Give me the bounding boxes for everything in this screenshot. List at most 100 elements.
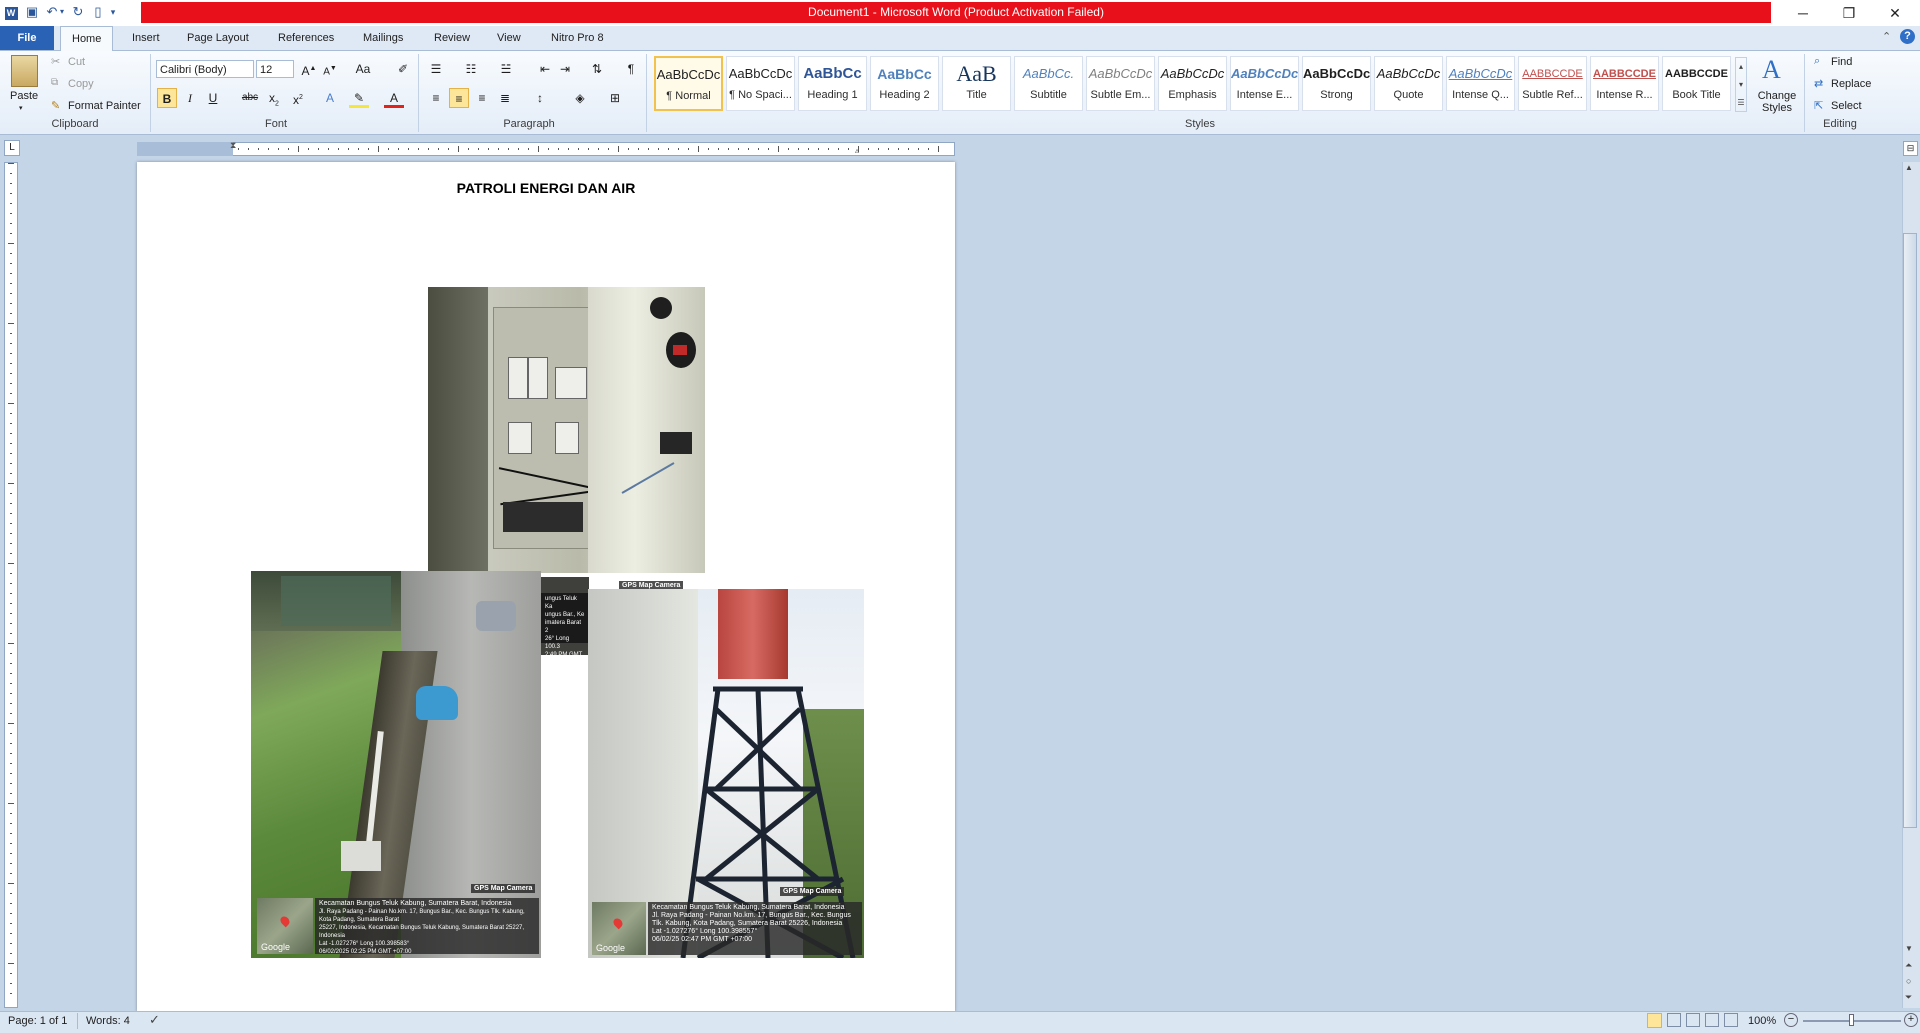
zoom-out-icon[interactable]: − <box>1784 1013 1798 1027</box>
style-card-9[interactable]: AaBbCcDc Strong <box>1302 56 1371 111</box>
scroll-up-icon[interactable]: ▲ <box>1905 163 1913 172</box>
restore-button[interactable]: ❐ <box>1826 0 1872 26</box>
tab-mailings[interactable]: Mailings <box>352 26 414 50</box>
outline-view-icon[interactable] <box>1705 1013 1719 1027</box>
subscript-button[interactable]: x2 <box>264 88 284 108</box>
bold-button[interactable]: B <box>157 88 177 108</box>
bullets-icon[interactable]: ☰ <box>426 59 446 79</box>
paste-dropdown-icon[interactable]: ▾ <box>19 104 23 112</box>
tab-page-layout[interactable]: Page Layout <box>176 26 260 50</box>
tab-file[interactable]: File <box>0 26 54 50</box>
decrease-indent-icon[interactable]: ⇤ <box>535 59 555 79</box>
show-hide-marks-icon[interactable]: ¶ <box>621 59 641 79</box>
word-count[interactable]: Words: 4 <box>86 1015 130 1027</box>
text-effects-icon[interactable]: A <box>320 88 340 108</box>
style-card-11[interactable]: AaBbCcDc Intense Q... <box>1446 56 1515 111</box>
tab-review[interactable]: Review <box>423 26 481 50</box>
undo-dropdown-icon[interactable]: ▾ <box>58 4 66 20</box>
print-layout-view-icon[interactable] <box>1647 1013 1662 1028</box>
style-card-2[interactable]: AaBbCc Heading 1 <box>798 56 867 111</box>
previous-page-icon[interactable]: ⏶ <box>1905 960 1912 971</box>
style-card-8[interactable]: AaBbCcDc Intense E... <box>1230 56 1299 111</box>
grow-font-icon[interactable]: A▲ <box>299 59 319 79</box>
font-color-icon[interactable]: A <box>384 88 404 108</box>
close-button[interactable]: ✕ <box>1872 0 1918 26</box>
style-card-12[interactable]: AABBCCDE Subtle Ref... <box>1518 56 1587 111</box>
select-button[interactable]: Select <box>1831 100 1862 112</box>
tab-nitro[interactable]: Nitro Pro 8 <box>540 26 615 50</box>
shrink-font-icon[interactable]: A▼ <box>320 59 340 79</box>
highlight-icon[interactable]: ✎ <box>349 88 369 108</box>
tab-view[interactable]: View <box>486 26 532 50</box>
style-card-1[interactable]: AaBbCcDc ¶ No Spaci... <box>726 56 795 111</box>
styles-scroll-icon[interactable]: ▴ ▾ ☰ <box>1735 57 1747 112</box>
right-indent-marker-icon[interactable]: ▵ <box>855 146 859 155</box>
style-card-14[interactable]: AABBCCDE Book Title <box>1662 56 1731 111</box>
document-title[interactable]: PATROLI ENERGI DAN AIR <box>137 180 955 196</box>
browse-object-icon[interactable]: ○ <box>1906 976 1911 986</box>
drain-inspection-photo[interactable]: Google Kecamatan Bungus Teluk Kabung, Su… <box>251 571 541 958</box>
electrical-panel-photo[interactable] <box>428 287 705 573</box>
minimize-button[interactable]: ─ <box>1780 0 1826 26</box>
borders-icon[interactable]: ⊞ <box>605 88 625 108</box>
change-styles-icon[interactable]: A <box>1762 55 1781 85</box>
style-card-4[interactable]: AaB Title <box>942 56 1011 111</box>
style-card-6[interactable]: AaBbCcDc Subtle Em... <box>1086 56 1155 111</box>
line-spacing-icon[interactable]: ↕ <box>530 88 550 108</box>
tab-home[interactable]: Home <box>60 26 114 51</box>
water-tower-photo[interactable]: Google Kecamatan Bungus Teluk Kabung, Su… <box>588 589 864 958</box>
web-layout-icon[interactable] <box>1686 1013 1700 1027</box>
full-screen-reading-icon[interactable] <box>1667 1013 1681 1027</box>
paste-icon[interactable] <box>11 55 38 87</box>
view-ruler-icon[interactable]: ⊟ <box>1903 141 1918 156</box>
cut-icon[interactable]: ✂ <box>51 55 60 68</box>
scrollbar-thumb[interactable] <box>1903 233 1917 828</box>
change-case-icon[interactable]: Aa <box>353 59 373 79</box>
customize-qat-icon[interactable]: ▾ <box>108 4 118 20</box>
cut-button[interactable]: Cut <box>68 56 85 68</box>
horizontal-ruler[interactable] <box>137 142 955 156</box>
change-styles-button[interactable]: Change Styles <box>1754 90 1800 114</box>
page-count[interactable]: Page: 1 of 1 <box>8 1015 67 1027</box>
redo-icon[interactable]: ↻ <box>70 4 86 20</box>
tab-insert[interactable]: Insert <box>121 26 171 50</box>
save-icon[interactable]: ▣ <box>24 4 40 20</box>
strikethrough-button[interactable]: abc <box>240 88 260 108</box>
word-icon[interactable]: W <box>3 4 19 20</box>
indent-marker-icon[interactable]: ⧗ <box>230 140 236 151</box>
paste-button[interactable]: Paste <box>10 90 38 102</box>
replace-button[interactable]: Replace <box>1831 78 1871 90</box>
proofing-icon[interactable]: ✓ <box>149 1012 160 1028</box>
find-button[interactable]: Find <box>1831 56 1852 68</box>
style-card-10[interactable]: AaBbCcDc Quote <box>1374 56 1443 111</box>
multilevel-list-icon[interactable]: ☱ <box>496 59 516 79</box>
help-icon[interactable]: ? <box>1900 29 1915 44</box>
style-card-5[interactable]: AaBbCc. Subtitle <box>1014 56 1083 111</box>
next-page-icon[interactable]: ⏷ <box>1905 992 1912 1003</box>
style-card-13[interactable]: AABBCCDE Intense R... <box>1590 56 1659 111</box>
font-size-select[interactable]: 12 <box>256 60 294 78</box>
numbering-icon[interactable]: ☷ <box>461 59 481 79</box>
justify-icon[interactable]: ≣ <box>495 88 515 108</box>
partial-photo[interactable]: ungus Teluk Ka ungus Bar., Ke imatera Ba… <box>541 577 589 658</box>
minimize-ribbon-icon[interactable]: ⌃ <box>1882 30 1891 43</box>
shading-icon[interactable]: ◈ <box>570 88 590 108</box>
copy-button[interactable]: Copy <box>68 78 94 90</box>
format-painter-icon[interactable]: ✎ <box>51 99 60 112</box>
font-family-select[interactable]: Calibri (Body) <box>156 60 254 78</box>
style-card-3[interactable]: AaBbCc Heading 2 <box>870 56 939 111</box>
format-painter-button[interactable]: Format Painter <box>68 100 141 112</box>
style-card-0[interactable]: AaBbCcDc ¶ Normal <box>654 56 723 111</box>
tab-selector[interactable]: L <box>4 140 20 156</box>
sort-icon[interactable]: ⇅ <box>587 59 607 79</box>
align-left-icon[interactable]: ≡ <box>426 88 446 108</box>
underline-button[interactable]: U <box>203 88 223 108</box>
style-card-7[interactable]: AaBbCcDc Emphasis <box>1158 56 1227 111</box>
clear-formatting-icon[interactable]: ✐ <box>393 59 413 79</box>
zoom-slider-thumb[interactable] <box>1849 1014 1854 1026</box>
draft-view-icon[interactable] <box>1724 1013 1738 1027</box>
align-right-icon[interactable]: ≡ <box>472 88 492 108</box>
copy-icon[interactable]: ⧉ <box>51 77 58 88</box>
zoom-level[interactable]: 100% <box>1748 1015 1776 1027</box>
replace-icon[interactable]: ⇄ <box>1814 77 1823 90</box>
